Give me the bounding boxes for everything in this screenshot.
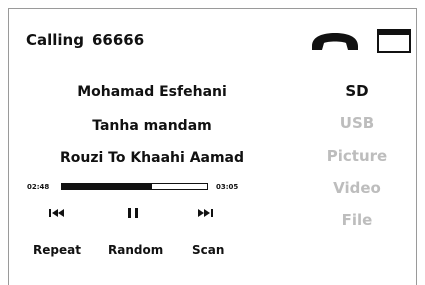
next-track-icon[interactable] [194, 205, 216, 221]
window-icon[interactable] [377, 29, 411, 53]
progress-bar[interactable] [61, 183, 208, 190]
phone-hangup-icon[interactable] [310, 30, 360, 54]
time-current: 02:48 [27, 183, 50, 191]
progress-fill [62, 184, 152, 189]
random-button[interactable]: Random [108, 243, 163, 257]
track-title: Tanha mandam [92, 118, 212, 134]
call-status: Calling 66666 [26, 31, 144, 49]
repeat-button[interactable]: Repeat [33, 243, 81, 257]
previous-track-icon[interactable] [46, 205, 68, 221]
source-usb[interactable]: USB [300, 114, 414, 132]
source-file[interactable]: File [300, 211, 414, 229]
call-status-label: Calling [26, 31, 84, 49]
pause-icon[interactable] [122, 205, 144, 221]
track-album: Rouzi To Khaahi Aamad [59, 150, 245, 166]
track-artist: Mohamad Esfehani [77, 84, 227, 100]
call-number: 66666 [91, 31, 145, 49]
scan-button[interactable]: Scan [192, 243, 224, 257]
source-picture[interactable]: Picture [300, 147, 414, 165]
source-sd[interactable]: SD [300, 82, 414, 100]
source-video[interactable]: Video [300, 179, 414, 197]
time-total: 03:05 [216, 183, 239, 191]
